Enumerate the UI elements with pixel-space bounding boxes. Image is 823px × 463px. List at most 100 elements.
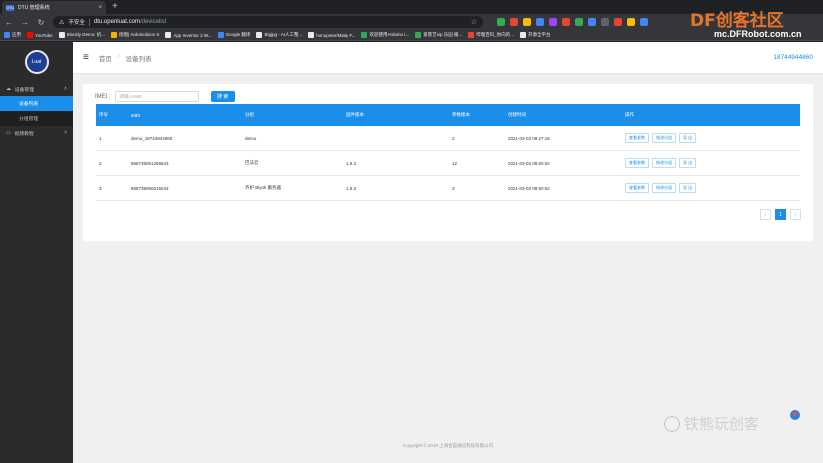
cell-param: 3 <box>452 185 455 191</box>
close-tab-icon[interactable]: × <box>98 5 102 11</box>
cell-imei: 868739050615043 <box>131 185 169 191</box>
bookmark-label: 哔哩百科_你向的... <box>476 32 515 37</box>
cell-created: 2021-03-03 09:50:52 <box>508 160 550 166</box>
bookmark-favicon-icon <box>110 32 117 38</box>
menu-group-video[interactable]: ▭ 视频教程 ˅ <box>0 126 73 140</box>
bookmark-star-icon[interactable]: ☆ <box>471 18 477 26</box>
bookmark-item[interactable]: 应用 <box>4 32 21 38</box>
bookmark-favicon-icon <box>468 32 475 38</box>
bookmark-label: App Inventor 2 W... <box>173 32 212 38</box>
chevron-down-icon: ˅ <box>64 130 67 136</box>
bookmark-label: 开源全平台 <box>528 32 551 37</box>
bookmark-item[interactable]: Google 翻译 <box>217 32 251 38</box>
forward-icon[interactable]: → <box>21 18 29 27</box>
bookmark-label: honupeter/Mialy F... <box>316 32 356 38</box>
cell-actions: 查看参数 修改分组导 出 <box>625 183 800 193</box>
view-params-button[interactable]: 查看参数 <box>625 133 649 143</box>
tab-favicon-icon: DTU <box>6 4 15 11</box>
extension-icon[interactable] <box>523 18 531 26</box>
extension-icon[interactable] <box>510 18 518 26</box>
extension-icon[interactable] <box>627 18 635 26</box>
page-button[interactable]: 1 <box>775 209 786 220</box>
menu-group-label: 视频教程 <box>14 131 34 137</box>
extension-icon[interactable] <box>562 18 570 26</box>
sidebar-item-group-manage[interactable]: 分组管理 <box>0 111 73 126</box>
menu-group-device[interactable]: ☁ 设备管理 ˄ <box>0 82 73 96</box>
bookmark-item[interactable]: 哔哩百科_你向的... <box>468 32 514 38</box>
export-button[interactable]: 导 出 <box>679 158 697 168</box>
breadcrumb: 首页 / 设备列表 <box>99 53 152 63</box>
cell-index: 3 <box>99 185 102 191</box>
main-content: ≡ 首页 / 设备列表 18744944860 IMEI : 请输入IMEI 搜… <box>73 42 823 463</box>
url-path: /devicelist <box>139 19 167 25</box>
floating-help-icon[interactable] <box>788 408 802 422</box>
cell-index: 2 <box>99 160 102 166</box>
device-list-card: IMEI : 请输入IMEI 搜 索 序号 IMEI 分组 固件版本 参数版本 … <box>83 84 813 241</box>
back-icon[interactable]: ← <box>5 18 13 27</box>
menu-toggle-icon[interactable]: ≡ <box>83 52 89 63</box>
table-body: 1 demo_18744944860 demo 2 2021-03-03 09:27:1… <box>96 126 800 201</box>
tab-title: DTU 管理系统 <box>18 5 50 11</box>
cell-param: 2 <box>452 135 455 141</box>
bookmark-item[interactable]: 开源全平台 <box>520 32 551 38</box>
bookmark-item[interactable]: YouTube <box>27 32 53 38</box>
bookmark-item[interactable]: Blockly Demo: 机... <box>58 32 105 38</box>
breadcrumb-home[interactable]: 首页 <box>99 53 112 63</box>
sidebar-item-label: 分组管理 <box>19 117 39 122</box>
brand-watermark-text: DF创客社区 <box>690 11 784 31</box>
bookmark-item[interactable]: 爱客艺vip 乐园 搬... <box>415 32 462 38</box>
edit-group-button[interactable]: 修改分组 <box>652 158 676 168</box>
extension-icon[interactable] <box>549 18 557 26</box>
extensions-bar <box>497 18 648 26</box>
prev-page-button[interactable]: ‹ <box>760 209 771 220</box>
sidebar-item-device-list[interactable]: 设备列表 <box>0 96 73 111</box>
bookmark-favicon-icon <box>361 32 368 38</box>
extension-icon[interactable] <box>588 18 596 26</box>
column-header: 固件版本 <box>346 112 364 117</box>
device-icon: ☁ <box>6 86 11 92</box>
extension-icon[interactable] <box>614 18 622 26</box>
imei-search-input[interactable]: 请输入IMEI <box>114 91 199 102</box>
view-params-button[interactable]: 查看参数 <box>625 158 649 168</box>
reload-icon[interactable]: ↻ <box>37 18 45 27</box>
bookmark-item[interactable]: 街图| Arduinolsion S <box>110 32 160 38</box>
pagination: ‹ 1 › <box>760 209 801 220</box>
column-header: 序号 <box>99 112 108 117</box>
address-bar[interactable]: ⚠ 不安全 dtu.openluat.com/devicelist ☆ <box>53 16 483 28</box>
edit-group-button[interactable]: 修改分组 <box>652 133 676 143</box>
bookmark-item[interactable]: honupeter/Mialy F... <box>308 32 355 38</box>
export-button[interactable]: 导 出 <box>679 133 697 143</box>
user-account[interactable]: 18744944860 <box>773 54 813 61</box>
bookmark-label: Bigjpg - AI人工整... <box>264 32 303 37</box>
bookmark-item[interactable]: App Inventor 2 W... <box>165 32 212 38</box>
cell-imei: 868739051266843 <box>131 160 169 166</box>
new-tab-button[interactable]: + <box>112 1 118 13</box>
browser-tab[interactable]: DTU DTU 管理系统 × <box>2 1 106 14</box>
edit-group-button[interactable]: 修改分组 <box>652 183 676 193</box>
extension-icon[interactable] <box>536 18 544 26</box>
copyright-footer: Copyright © 2018 上海合宙通信科技有限公司 <box>402 443 494 448</box>
cell-group: demo <box>245 135 257 141</box>
cell-actions: 查看参数 修改分组导 出 <box>625 158 800 168</box>
view-params-button[interactable]: 查看参数 <box>625 183 649 193</box>
extension-icon[interactable] <box>497 18 505 26</box>
extension-icon[interactable] <box>575 18 583 26</box>
cell-imei: demo_18744944860 <box>131 135 173 141</box>
extension-icon[interactable] <box>601 18 609 26</box>
table-row: 2 868739051266843 巴法云 1.9.3 12 2021-03-03 09:… <box>96 151 800 176</box>
extension-icon[interactable] <box>640 18 648 26</box>
next-page-button[interactable]: › <box>790 209 801 220</box>
bookmark-item[interactable]: 欢迎使用Arduino I... <box>361 32 409 38</box>
luat-logo: Luat <box>24 50 49 74</box>
sidebar: Luat ☁ 设备管理 ˄ 设备列表 分组管理 ▭ 视频教程 ˅ <box>0 42 73 463</box>
bookmark-favicon-icon <box>308 32 315 38</box>
bookmark-label: Google 翻译 <box>225 32 251 37</box>
export-button[interactable]: 导 出 <box>679 183 697 193</box>
bookmark-label: 爱客艺vip 乐园 搬... <box>423 32 463 37</box>
bookmark-favicon-icon <box>4 32 10 38</box>
search-button[interactable]: 搜 索 <box>210 91 235 102</box>
table-header: 序号 IMEI 分组 固件版本 参数版本 创建时间 操作 <box>96 104 800 126</box>
bookmark-label: 街图| Arduinolsion S <box>118 32 160 37</box>
bookmark-item[interactable]: Bigjpg - AI人工整... <box>256 32 302 38</box>
column-header: IMEI <box>131 112 141 118</box>
